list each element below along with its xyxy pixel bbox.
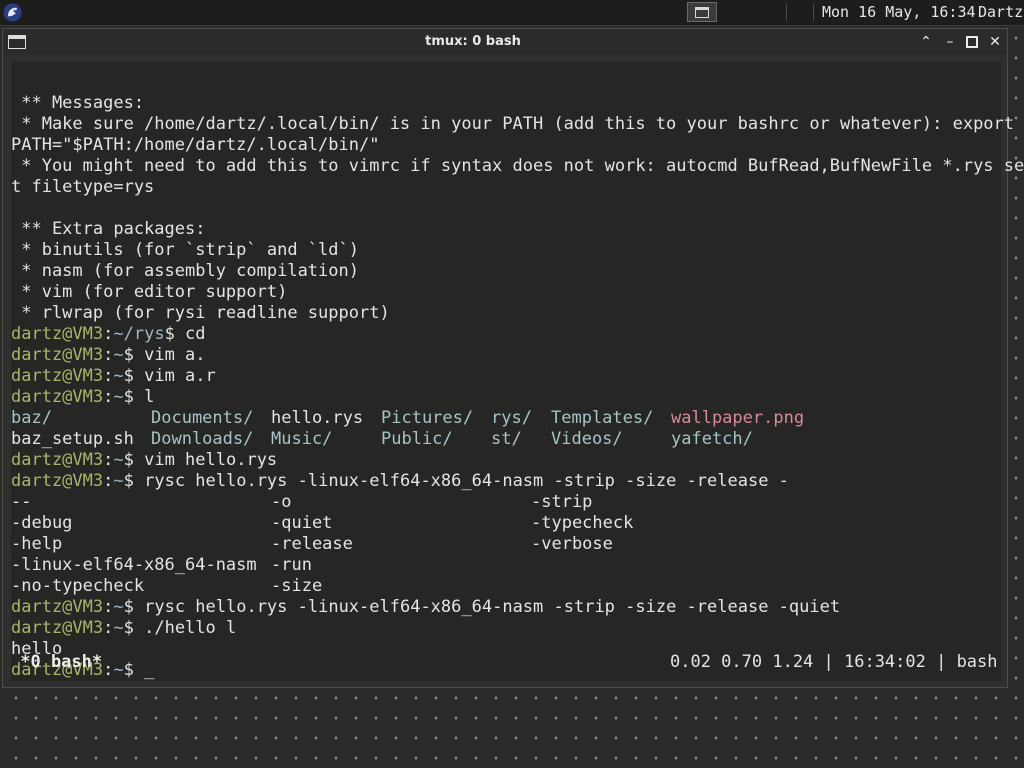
prompt-dir: ~ [113, 618, 124, 638]
ls-entry: hello.rys [271, 408, 364, 428]
prompt-user: dartz@VM3 [11, 450, 104, 470]
prompt-line: dartz@VM3:~$ vim a. [11, 345, 206, 365]
terminal-line: t filetype=rys [11, 177, 155, 197]
command-text: ./hello l [133, 618, 237, 638]
prompt-dir: ~ [113, 366, 124, 386]
shade-icon[interactable]: ⌃ [917, 33, 935, 51]
ls-entry: Music/ [271, 429, 333, 449]
ls-entry: Downloads/ [151, 429, 254, 449]
ls-entry: wallpaper.png [671, 408, 805, 428]
completion-option: -o [271, 492, 292, 512]
minimize-icon[interactable]: – [941, 33, 959, 51]
terminal-line: * Make sure /home/dartz/.local/bin/ is i… [11, 114, 1015, 134]
prompt-dir: ~ [113, 345, 124, 365]
prompt-line: dartz@VM3:~$ vim a.r [11, 366, 216, 386]
completion-option: -debug [11, 513, 73, 533]
close-icon[interactable]: ✕ [986, 33, 1004, 51]
ls-entry: Videos/ [551, 429, 623, 449]
terminal-window: tmux: 0 bash ⌃ – ✕ ** Messages: * Make s… [2, 28, 1024, 688]
command-text: rysc hello.rys -linux-elf64-x86_64-nasm … [133, 597, 841, 617]
terminal-line: ** Messages: [11, 93, 145, 113]
completion-option: -verbose [531, 534, 613, 554]
prompt-dir: ~ [113, 660, 124, 680]
terminal-line: * You might need to add this to vimrc if… [11, 156, 1024, 176]
completion-option: -size [271, 576, 323, 596]
window-icon [695, 7, 709, 18]
command-text: cd [174, 324, 206, 344]
ls-entry: st/ [491, 429, 522, 449]
ls-entry: Templates/ [551, 408, 654, 428]
completion-option: -no-typecheck [11, 576, 145, 596]
completion-option: -typecheck [531, 513, 634, 533]
completion-option: -strip [531, 492, 593, 512]
top-panel: Mon 16 May, 16:34 Dartz [0, 0, 1024, 26]
terminal-line: * binutils (for `strip` and `ld`) [11, 240, 359, 260]
completion-option: -help [11, 534, 63, 554]
completion-option: -run [271, 555, 312, 575]
command-text: rysc hello.rys -linux-elf64-x86_64-nasm … [133, 471, 789, 491]
command-text: vim a.r [133, 366, 216, 386]
prompt-user: dartz@VM3 [11, 345, 104, 365]
terminal-line: ** Extra packages: [11, 219, 206, 239]
prompt-user: dartz@VM3 [11, 471, 104, 491]
terminal-line: * vim (for editor support) [11, 282, 288, 302]
terminal-area[interactable]: ** Messages: * Make sure /home/dartz/.lo… [11, 61, 1024, 681]
panel-separator [813, 4, 814, 21]
ls-entry: yafetch/ [671, 429, 753, 449]
terminal-line: * rlwrap (for rysi readline support) [11, 303, 390, 323]
panel-clock[interactable]: Mon 16 May, 16:34 [822, 3, 976, 21]
prompt-line: dartz@VM3:~$ ./hello l [11, 618, 237, 638]
command-text: vim a. [133, 345, 206, 365]
maximize-icon[interactable] [963, 33, 981, 51]
ls-entry: Public/ [381, 429, 453, 449]
completion-option: -quiet [271, 513, 333, 533]
completion-option: -release [271, 534, 353, 554]
ls-entry: baz/ [11, 408, 52, 428]
tmux-window-list[interactable]: *0 bash* [10, 652, 102, 673]
prompt-line: dartz@VM3:~$ l [11, 387, 155, 407]
prompt-user: dartz@VM3 [11, 324, 104, 344]
prompt-user: dartz@VM3 [11, 387, 104, 407]
text-cursor: _ [133, 660, 155, 680]
prompt-dir: ~ [113, 471, 124, 491]
prompt-user: dartz@VM3 [11, 618, 104, 638]
ls-entry: Documents/ [151, 408, 254, 428]
prompt-line: dartz@VM3:~$ rysc hello.rys -linux-elf64… [11, 597, 841, 617]
prompt-line: dartz@VM3:~$ vim hello.rys [11, 450, 278, 470]
window-title: tmux: 0 bash [425, 34, 521, 49]
tmux-status-right: 0.02 0.70 1.24 | 16:34:02 | bash [670, 652, 998, 672]
ls-entry: Pictures/ [381, 408, 474, 428]
prompt-line: dartz@VM3:~$ rysc hello.rys -linux-elf64… [11, 471, 789, 491]
app-menu-icon[interactable] [3, 3, 22, 22]
prompt-dir: ~ [113, 450, 124, 470]
prompt-user: dartz@VM3 [11, 366, 104, 386]
taskbar-window-button[interactable] [687, 2, 717, 22]
command-text: l [133, 387, 155, 407]
panel-user[interactable]: Dartz [978, 3, 1023, 21]
terminal-line: * nasm (for assembly compilation) [11, 261, 359, 281]
prompt-user: dartz@VM3 [11, 597, 104, 617]
completion-option: -linux-elf64-x86_64-nasm [11, 555, 257, 575]
ls-entry: baz_setup.sh [11, 429, 134, 449]
prompt-line: dartz@VM3:~/rys$ cd [11, 324, 206, 344]
terminal-line: PATH="$PATH:/home/dartz/.local/bin/" [11, 135, 380, 155]
completion-option: -- [11, 492, 32, 512]
command-text: vim hello.rys [133, 450, 278, 470]
ls-entry: rys/ [491, 408, 532, 428]
prompt-dir: ~ [113, 597, 124, 617]
prompt-dir: ~/rys [113, 324, 165, 344]
window-titlebar[interactable]: tmux: 0 bash ⌃ – ✕ [3, 29, 1007, 55]
panel-separator [786, 4, 787, 21]
prompt-dir: ~ [113, 387, 124, 407]
